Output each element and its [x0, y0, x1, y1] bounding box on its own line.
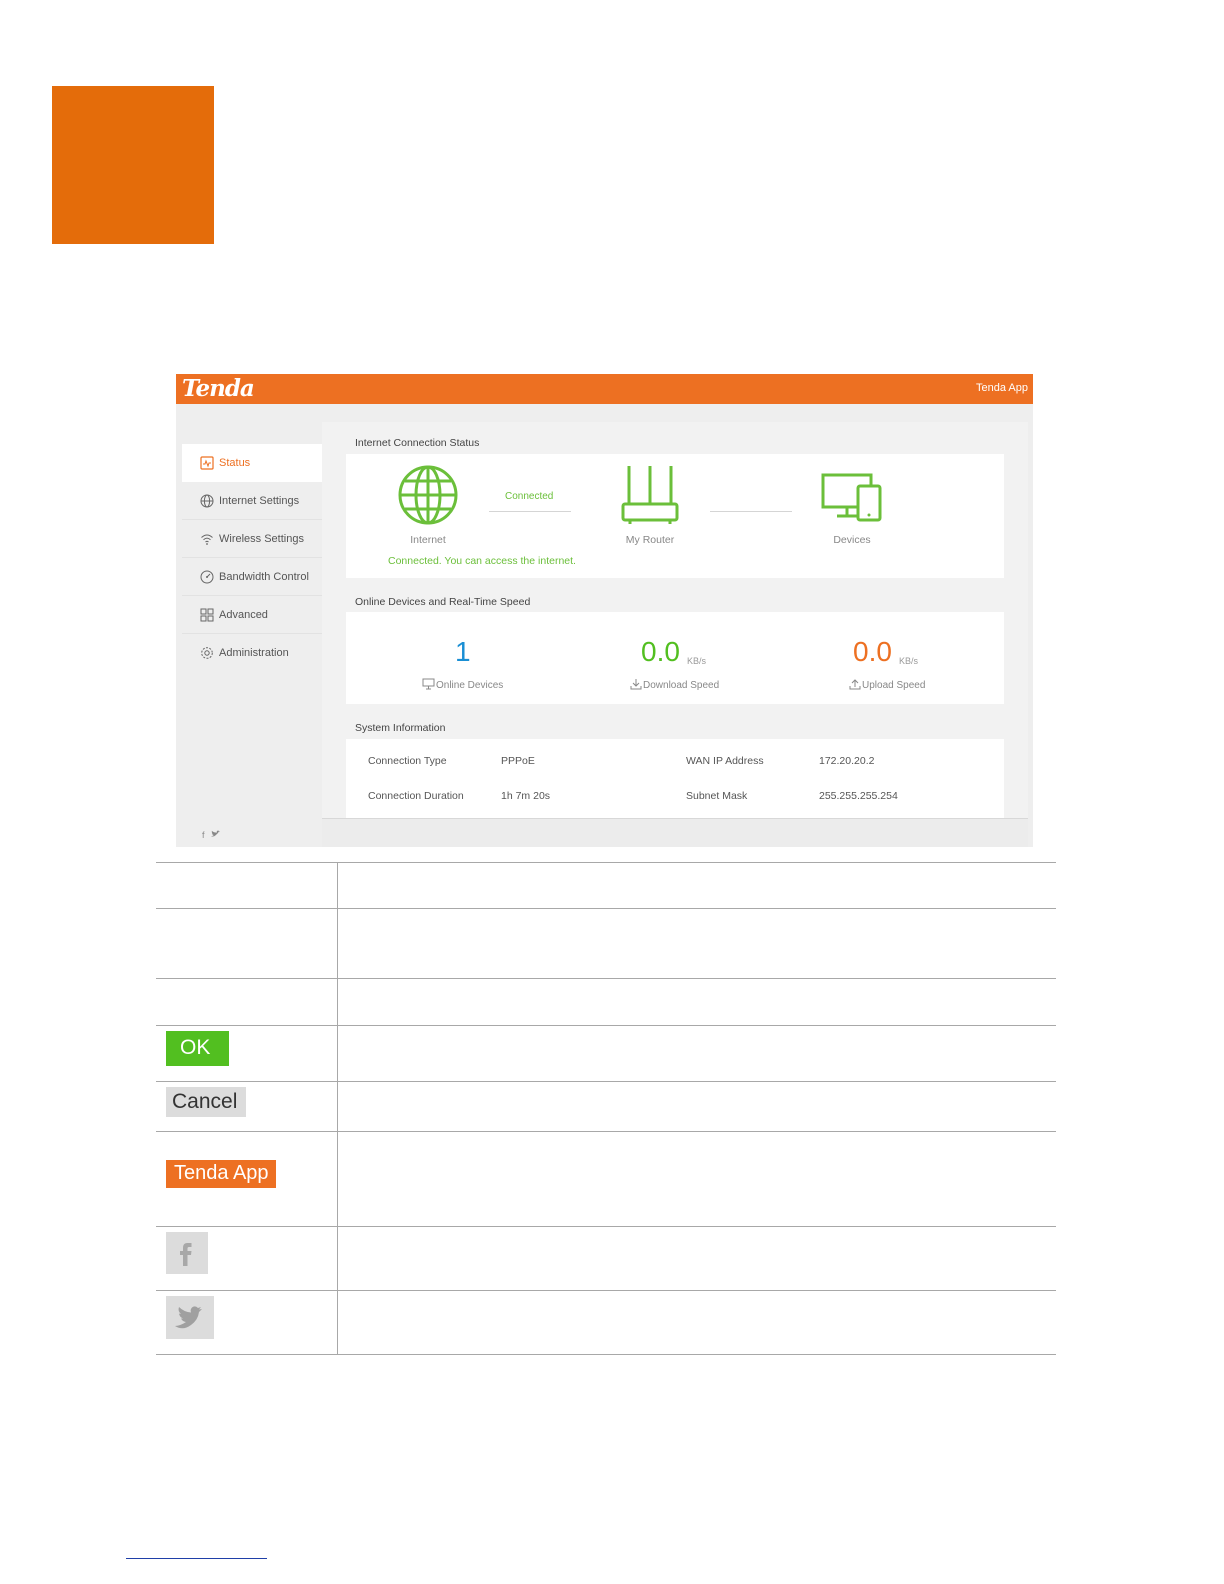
ui-footer-strip	[322, 818, 1028, 847]
table-row-divider	[156, 1025, 1056, 1026]
social-links: f	[202, 830, 220, 840]
internet-globe-icon	[398, 465, 458, 525]
table-row-divider	[156, 1290, 1056, 1291]
sidebar-item-label: Administration	[219, 647, 289, 659]
router-icon	[621, 466, 679, 524]
monitor-icon	[422, 678, 435, 693]
internet-status-title: Internet Connection Status	[355, 437, 480, 449]
gauge-icon	[200, 570, 214, 584]
twitter-icon[interactable]	[210, 830, 220, 840]
connection-type-value: PPPoE	[501, 755, 535, 767]
table-row-divider	[156, 862, 1056, 863]
table-row-divider	[156, 908, 1056, 909]
connection-duration-value: 1h 7m 20s	[501, 790, 551, 802]
table-row-divider	[156, 1131, 1056, 1132]
internet-router-connector	[489, 511, 571, 512]
download-icon	[630, 678, 642, 693]
devices-icon	[821, 473, 882, 522]
router-devices-connector	[710, 511, 792, 512]
internet-status-card: Internet Connected My Router Devices Con…	[346, 454, 1004, 578]
subnet-mask-label: Subnet Mask	[686, 790, 748, 802]
wan-ip-value: 172.20.20.2	[819, 755, 875, 767]
connection-message: Connected. You can access the internet.	[388, 555, 576, 567]
connection-type-label: Connection Type	[368, 755, 447, 767]
upload-speed-label: Upload Speed	[849, 678, 925, 693]
table-row-divider	[156, 1226, 1056, 1227]
sidebar-item-label: Advanced	[219, 608, 268, 621]
devices-label: Devices	[833, 534, 871, 546]
sidebar-item-label: Wireless Settings	[219, 532, 304, 545]
upload-icon	[849, 678, 861, 693]
ok-button[interactable]: OK	[166, 1031, 229, 1066]
router-web-ui-screenshot: Tenda Tenda App Status Internet Settings…	[176, 374, 1033, 847]
table-row-divider	[156, 1081, 1056, 1082]
main-content-panel: Internet Connection Status Internet Conn…	[322, 422, 1028, 818]
connection-duration-label: Connection Duration	[368, 790, 464, 802]
online-devices-speed-card: 1 Online Devices 0.0 KB/s Download Speed…	[346, 612, 1004, 704]
table-row-divider	[156, 1354, 1056, 1355]
sidebar-item-advanced[interactable]: Advanced	[182, 596, 322, 634]
footer-link-underline[interactable]	[126, 1558, 267, 1559]
internet-label: Internet	[410, 534, 446, 546]
my-router-label: My Router	[625, 534, 675, 546]
online-devices-label: Online Devices	[422, 678, 503, 693]
system-info-title: System Information	[355, 722, 446, 734]
system-information-card: Connection Type PPPoE WAN IP Address 172…	[346, 739, 1004, 818]
globe-icon	[200, 494, 214, 508]
speed-section-title: Online Devices and Real-Time Speed	[355, 596, 531, 608]
twitter-icon[interactable]	[166, 1296, 214, 1339]
sidebar-item-bandwidth-control[interactable]: Bandwidth Control	[182, 558, 322, 596]
upload-unit: KB/s	[899, 656, 919, 666]
status-icon	[200, 456, 214, 470]
facebook-icon[interactable]: f	[202, 830, 205, 840]
subnet-mask-value: 255.255.255.254	[819, 790, 898, 802]
download-unit: KB/s	[687, 656, 707, 666]
sidebar-item-label: Bandwidth Control	[219, 570, 309, 583]
sidebar-item-label: Status	[219, 457, 251, 469]
sidebar-nav: Status Internet Settings Wireless Settin…	[182, 444, 322, 847]
tenda-app-button[interactable]: Tenda App	[166, 1160, 276, 1188]
download-speed-value: 0.0	[641, 636, 680, 667]
sidebar-item-wireless-settings[interactable]: Wireless Settings	[182, 520, 322, 558]
link-status-text: Connected	[505, 491, 554, 502]
download-speed-label: Download Speed	[630, 678, 719, 693]
gear-icon	[200, 646, 214, 660]
upload-speed-value: 0.0	[853, 636, 892, 667]
sidebar-item-label: Internet Settings	[219, 494, 300, 507]
sidebar-item-internet-settings[interactable]: Internet Settings	[182, 482, 322, 520]
wifi-icon	[200, 532, 214, 546]
wan-ip-label: WAN IP Address	[686, 755, 764, 767]
sidebar-item-status[interactable]: Status	[182, 444, 322, 482]
table-column-divider	[337, 862, 338, 1355]
sidebar-item-administration[interactable]: Administration	[182, 634, 322, 672]
grid-icon	[200, 608, 214, 622]
tenda-logo: Tenda	[182, 375, 255, 402]
top-header-bar: Tenda Tenda App	[176, 374, 1033, 404]
facebook-icon[interactable]	[166, 1232, 208, 1274]
online-devices-count: 1	[455, 636, 471, 667]
table-row-divider	[156, 978, 1056, 979]
description-table: OK Cancel Tenda App	[156, 862, 1056, 1355]
tenda-app-link[interactable]: Tenda App	[976, 382, 1028, 394]
cancel-button[interactable]: Cancel	[166, 1087, 246, 1117]
chapter-number-block	[52, 86, 214, 244]
